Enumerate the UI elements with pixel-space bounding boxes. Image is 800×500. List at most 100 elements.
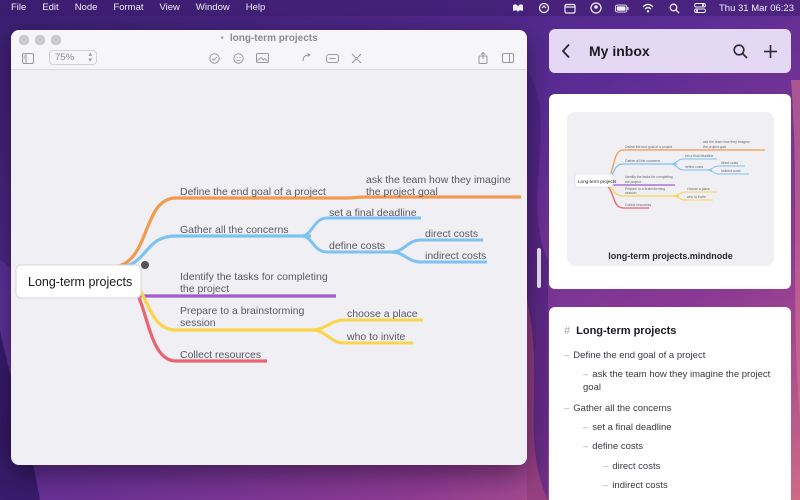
image-icon[interactable] xyxy=(254,50,270,66)
menu-format[interactable]: Format xyxy=(105,0,151,16)
node-label-brainstorm-line1[interactable]: Prepare to a brainstorming xyxy=(180,305,304,317)
outline-item-text: Define the end goal of a project xyxy=(573,350,706,361)
window-title: • long-term projects xyxy=(11,33,527,44)
inbox-header: My inbox xyxy=(549,29,791,73)
svg-text:Gather all the concerns: Gather all the concerns xyxy=(625,159,660,163)
calendar-icon[interactable] xyxy=(563,2,577,14)
svg-text:Collect resources: Collect resources xyxy=(625,203,651,207)
document-card[interactable]: Long-term projects Define the end goal o… xyxy=(549,94,791,289)
window-titlebar: • long-term projects 75% ▴ ▾ xyxy=(11,30,527,70)
bullet-dash-icon: – xyxy=(603,480,609,491)
outline-item-text: set a final deadline xyxy=(592,422,672,433)
outline-item[interactable]: – Define the end goal of a project xyxy=(564,349,705,362)
bullet-dash-icon: – xyxy=(564,403,570,414)
node-label-costs[interactable]: define costs xyxy=(329,240,385,252)
node-label-deadline[interactable]: set a final deadline xyxy=(329,207,417,219)
mindmap-window: • long-term projects 75% ▴ ▾ Long-term p… xyxy=(11,30,527,465)
zoom-value: 75% xyxy=(55,52,75,63)
node-label-goal[interactable]: Define the end goal of a project xyxy=(180,186,326,198)
mindmap-thumbnail[interactable]: Long-term projects Define the end goal o… xyxy=(567,112,774,266)
menu-node[interactable]: Node xyxy=(67,0,106,16)
svg-text:indirect costs: indirect costs xyxy=(721,169,741,173)
bullet-dash-icon: – xyxy=(583,369,589,380)
branch-line-place xyxy=(310,318,423,332)
outline-item-text: ask the team how they imagine the projec… xyxy=(583,369,771,393)
app-menu: File Edit Node Format View Window Help xyxy=(0,0,273,16)
connect-icon[interactable] xyxy=(300,50,314,66)
zoom-stepper-icon[interactable]: ▴ ▾ xyxy=(88,51,92,64)
add-icon[interactable] xyxy=(761,42,779,60)
outline-item-text: indirect costs xyxy=(612,480,668,491)
svg-text:who to invite: who to invite xyxy=(687,195,706,199)
wifi-icon[interactable] xyxy=(641,2,655,14)
outline-item[interactable]: – define costs xyxy=(583,440,643,453)
outline-item[interactable]: – Gather all the concerns xyxy=(564,402,672,415)
menu-bar: File Edit Node Format View Window Help T… xyxy=(0,0,800,16)
zoom-select[interactable]: 75% ▴ ▾ xyxy=(49,50,97,65)
branch-line-deadline xyxy=(300,216,421,238)
battery-icon[interactable] xyxy=(615,2,629,14)
menubar-clock[interactable]: Thu 31 Mar 06:23 xyxy=(719,3,794,14)
node-label-place[interactable]: choose a place xyxy=(347,308,418,320)
svg-text:set a final deadline: set a final deadline xyxy=(685,154,713,158)
task-icon[interactable] xyxy=(207,50,221,66)
svg-text:Define the end goal of a proje: Define the end goal of a project xyxy=(625,145,672,149)
focus-icon[interactable] xyxy=(349,50,363,66)
mindmap[interactable]: Long-term projects Define the end goal o… xyxy=(11,70,527,465)
share-icon[interactable] xyxy=(476,50,490,66)
node-label-direct-costs[interactable]: direct costs xyxy=(425,228,478,240)
node-label-tasks-line1[interactable]: Identify the tasks for completing xyxy=(180,271,328,283)
user-icon[interactable] xyxy=(589,2,603,14)
outline-item[interactable]: – set a final deadline xyxy=(583,421,672,434)
add-node-handle-icon[interactable] xyxy=(141,261,149,269)
mindmap-canvas[interactable]: Long-term projects Define the end goal o… xyxy=(11,70,527,465)
bullet-dash-icon: – xyxy=(603,461,609,472)
menu-help[interactable]: Help xyxy=(238,0,274,16)
node-label-ask-team-line2[interactable]: the project goal xyxy=(366,186,438,198)
heading-hash-icon: # xyxy=(564,325,571,337)
outline-item-text: define costs xyxy=(592,441,643,452)
menu-file[interactable]: File xyxy=(3,0,34,16)
node-label-tasks-line2[interactable]: the project xyxy=(180,283,229,295)
mindnode-icon[interactable] xyxy=(511,2,525,14)
node-label-brainstorm-line2[interactable]: session xyxy=(180,317,216,329)
document-title: long-term projects xyxy=(229,33,318,44)
split-view-divider[interactable] xyxy=(537,248,541,288)
outline-toggle-icon[interactable] xyxy=(21,50,35,66)
status-tray: Thu 31 Mar 06:23 xyxy=(511,2,800,14)
menu-view[interactable]: View xyxy=(152,0,188,16)
edited-dot-icon: • xyxy=(220,33,224,44)
node-label-invite[interactable]: who to invite xyxy=(346,331,406,343)
note-icon[interactable] xyxy=(324,50,340,66)
sidebar-icon[interactable] xyxy=(501,50,515,66)
svg-text:Long-term projects: Long-term projects xyxy=(578,179,617,184)
root-node-label: Long-term projects xyxy=(28,275,132,289)
document-file-name: long-term projects.mindnode xyxy=(608,251,733,261)
outline-title: # Long-term projects xyxy=(564,325,676,337)
node-label-ask-team-line1[interactable]: ask the team how they imagine xyxy=(366,174,511,186)
outline-title-text: Long-term projects xyxy=(576,325,677,337)
outline-item[interactable]: – indirect costs xyxy=(603,479,668,492)
inbox-title: My inbox xyxy=(589,43,650,59)
outline-item[interactable]: – ask the team how they imagine the proje… xyxy=(583,368,783,394)
svg-text:session: session xyxy=(625,191,637,195)
control-center-icon[interactable] xyxy=(693,2,707,14)
outline-item-text: direct costs xyxy=(612,461,661,472)
svg-text:define costs: define costs xyxy=(685,165,703,169)
svg-text:the project goal: the project goal xyxy=(703,145,726,149)
svg-text:direct costs: direct costs xyxy=(721,161,738,165)
search-icon[interactable] xyxy=(731,42,749,60)
menu-edit[interactable]: Edit xyxy=(34,0,66,16)
outline-item[interactable]: – direct costs xyxy=(603,460,660,473)
back-chevron-icon[interactable] xyxy=(561,41,577,61)
search-icon[interactable] xyxy=(667,2,681,14)
menu-window[interactable]: Window xyxy=(188,0,238,16)
outline-item-text: Gather all the concerns xyxy=(573,403,672,414)
node-label-indirect-costs[interactable]: indirect costs xyxy=(425,250,486,262)
sync-icon[interactable] xyxy=(537,2,551,14)
node-label-concerns[interactable]: Gather all the concerns xyxy=(180,224,289,236)
node-label-resources[interactable]: Collect resources xyxy=(180,349,261,361)
toolbar: 75% ▴ ▾ xyxy=(11,50,527,68)
outline-card[interactable]: # Long-term projects – Define the end goal… xyxy=(549,307,791,500)
emoji-icon[interactable] xyxy=(231,50,245,66)
